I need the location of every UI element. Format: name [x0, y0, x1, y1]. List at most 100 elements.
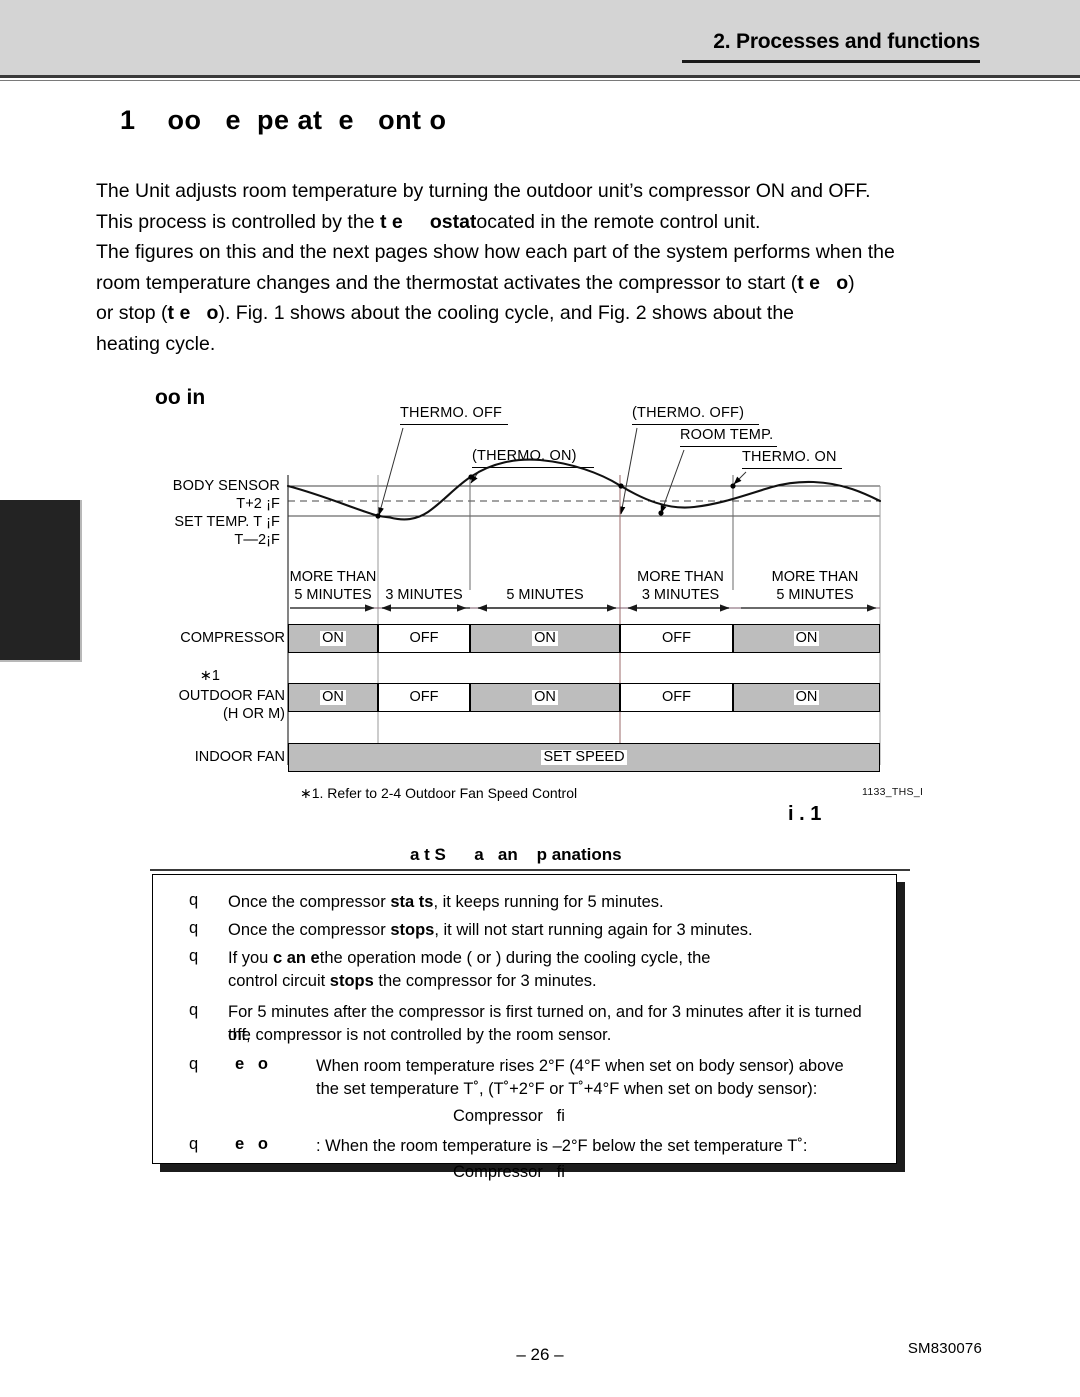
leader-thermo-on	[733, 471, 747, 485]
compressor-state-4-text: OFF	[662, 630, 691, 646]
bullet-3-l2-part-3: the compressor for 3 minutes.	[373, 972, 597, 990]
bullet-3-part-1: If you	[228, 949, 273, 967]
row-label-outdoor-fan: OUTDOOR FAN	[178, 688, 285, 704]
bullet-1-part-3: , it keeps running for 5 minutes.	[433, 893, 664, 911]
bullet-3-part-2: c an e	[272, 949, 320, 967]
intro-line-1: The Unit adjusts room temperature by tur…	[96, 180, 871, 202]
bullet-marker-3: q	[189, 947, 199, 965]
bullet-marker-6: q	[189, 1135, 199, 1153]
row-label-compressor: COMPRESSOR	[180, 630, 285, 646]
compressor-state-3: ON	[470, 624, 620, 653]
outdoor-fan-state-2-text: OFF	[409, 689, 439, 705]
intro-line-4a: room temperature changes and the thermos…	[96, 271, 798, 294]
bullet-lead-6: e o	[235, 1135, 269, 1153]
bullet-result-6: Compressor fi	[453, 1163, 565, 1181]
compressor-state-1: ON	[288, 624, 378, 653]
intro-line-5-bold: t e o	[167, 302, 219, 324]
row-label-outdoor-fan-note: ∗1	[199, 668, 220, 684]
marker-thermo-on-paren	[468, 474, 474, 480]
marker-thermo-off-paren	[618, 483, 624, 489]
compressor-state-4: OFF	[620, 624, 733, 653]
intro-line-5a: or stop (	[96, 302, 168, 324]
header-rule-secondary	[0, 80, 1080, 81]
room-temperature-curve	[286, 458, 882, 521]
intro-line-5c: ). Fig. 1 shows about the cooling cycle,…	[218, 302, 795, 324]
duration-label-1: MORE THAN 5 MINUTES	[289, 569, 377, 603]
outdoor-fan-state-1: ON	[288, 683, 378, 712]
bullet-marker-2: q	[189, 919, 199, 937]
intro-line-3: The figures on this and the next pages s…	[96, 241, 895, 263]
document-code: SM830076	[907, 1340, 982, 1357]
indoor-fan-state-text: SET SPEED	[541, 749, 627, 765]
compressor-state-1-text: ON	[320, 630, 346, 646]
marker-thermo-on	[730, 483, 736, 489]
axis-label-set-temp: SET TEMP. T ¡F	[174, 514, 280, 530]
bullet-2-part-1: Once the compressor	[228, 921, 391, 939]
bullet-lead-5: e o	[235, 1055, 269, 1073]
duration-label-5: MORE THAN 5 MINUTES	[771, 569, 859, 603]
bullet-3-l2-part-1: control circuit	[228, 972, 330, 990]
bullet-1-part-2: sta ts	[390, 893, 434, 911]
intro-line-4c: )	[848, 271, 855, 294]
duration-label-2: 3 MINUTES	[385, 587, 463, 603]
bullet-text-5-line2: the set temperature T˚, (T˚+2°F or T˚+4°…	[316, 1080, 818, 1098]
bullet-text-2: Once the compressor stops, it will not s…	[228, 919, 868, 942]
outdoor-fan-state-2: OFF	[378, 683, 470, 712]
bullet-3-l2-part-2: stops	[329, 972, 374, 990]
duration-label-4: MORE THAN 3 MINUTES	[637, 569, 724, 603]
bullet-2-part-3: , it will not start running again for 3 …	[434, 921, 753, 939]
indoor-fan-state: SET SPEED	[288, 743, 880, 772]
bullet-text-5: When room temperature rises 2°F (4°F whe…	[316, 1057, 844, 1075]
bullet-2-part-2: stops	[390, 921, 435, 939]
compressor-state-5-text: ON	[793, 630, 820, 646]
bullet-marker-5: q	[189, 1055, 199, 1073]
specs-heading-underline	[150, 869, 910, 871]
duration-label-3: 5 MINUTES	[506, 587, 584, 603]
intro-line-4-bold: t e o	[797, 271, 849, 294]
outdoor-fan-state-3: ON	[470, 683, 620, 712]
bullet-3-part-3: the operation mode ( or ) during the coo…	[319, 949, 711, 967]
axis-label-body-sensor: BODY SENSOR	[172, 478, 280, 494]
specs-box: q Once the compressor sta ts, it keeps r…	[152, 874, 897, 1181]
axis-label-lower-temp: T—2¡F	[234, 532, 280, 548]
intro-line-6: heating cycle.	[96, 332, 216, 355]
page-title: 1 oo e pe at e ont o	[120, 105, 447, 135]
row-label-indoor-fan: INDOOR FAN	[194, 749, 285, 765]
marker-thermo-off	[375, 513, 381, 519]
bullet-marker-4: q	[189, 1001, 199, 1019]
specs-heading: a t S a an p anations	[410, 845, 622, 864]
outdoor-fan-state-4: OFF	[620, 683, 733, 712]
outdoor-fan-state-3-text: ON	[532, 689, 558, 705]
outdoor-fan-state-4-text: OFF	[662, 689, 691, 705]
curve-scratch	[288, 460, 712, 558]
leader-thermo-off	[378, 427, 404, 516]
bullet-marker-1: q	[189, 891, 199, 909]
header-section-label: 2. Processes and functions	[713, 30, 980, 53]
figure-caption: i . 1	[788, 803, 822, 825]
compressor-state-2-text: OFF	[409, 630, 439, 646]
bullet-text-6: : When the room temperature is –2°F belo…	[316, 1137, 808, 1155]
marker-room-temp	[658, 510, 664, 516]
bullet-1-part-1: Once the compressor	[228, 893, 391, 911]
figure-footnote: ∗1. Refer to 2-4 Outdoor Fan Speed Contr…	[300, 785, 578, 801]
bullet-text-4-line2: the compressor is not controlled by the …	[228, 1026, 612, 1044]
header-rule-primary	[0, 75, 1080, 78]
bullet-text-1: Once the compressor sta ts, it keeps run…	[228, 891, 868, 914]
compressor-state-5: ON	[733, 624, 880, 653]
figure-cooling-cycle: THERMO. OFF (THERMO. ON) (THERMO. OFF) R…	[0, 400, 1080, 825]
intro-line-2c: ocated in the remote control unit.	[476, 210, 761, 233]
intro-paragraph: The Unit adjusts room temperature by tur…	[96, 176, 996, 359]
compressor-state-3-text: ON	[532, 630, 558, 646]
bullet-result-5: Compressor fi	[453, 1107, 565, 1125]
curve-scratch-2	[288, 462, 880, 518]
figure-id: 1133_THS_I	[862, 786, 924, 798]
axis-label-upper-temp: T+2 ¡F	[236, 496, 280, 512]
outdoor-fan-state-1-text: ON	[320, 689, 346, 705]
bullet-text-3: If you c an ethe operation mode ( or ) d…	[228, 947, 888, 970]
intro-line-2-bold: t e ostat	[379, 210, 477, 233]
compressor-state-2: OFF	[378, 624, 470, 653]
outdoor-fan-state-5-text: ON	[793, 689, 820, 705]
leader-room-temp	[660, 449, 685, 514]
row-label-outdoor-fan-sub: (H OR M)	[222, 706, 285, 722]
header-section-underline	[682, 60, 980, 63]
